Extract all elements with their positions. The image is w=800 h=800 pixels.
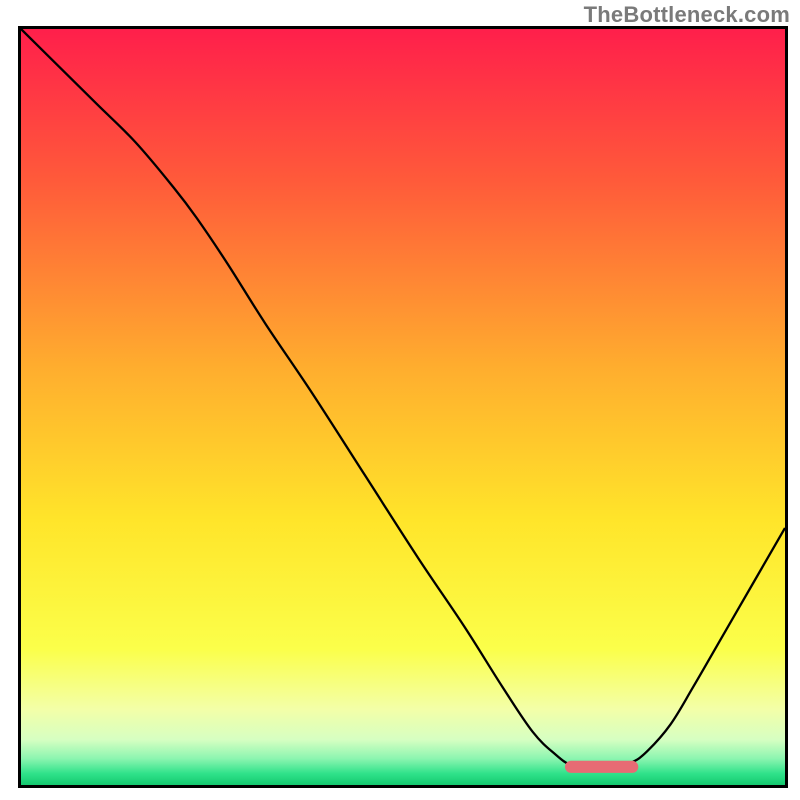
bottleneck-curve: [21, 29, 785, 769]
plot-area: [18, 26, 788, 788]
chart-frame: TheBottleneck.com: [0, 0, 800, 800]
watermark-text: TheBottleneck.com: [584, 2, 790, 28]
curve-layer: [21, 29, 785, 785]
